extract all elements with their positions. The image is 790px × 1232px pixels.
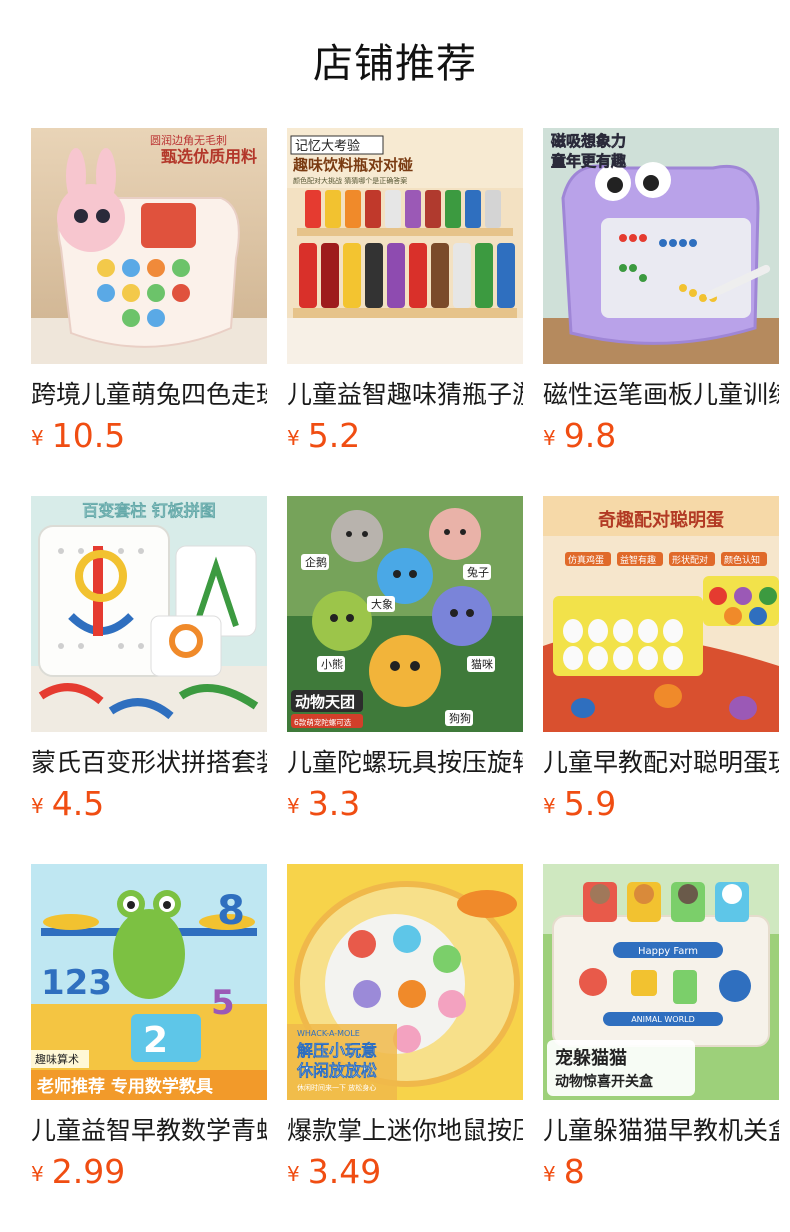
image-caption: 童年更有趣: [551, 152, 627, 170]
product-price: ¥10.5: [31, 416, 125, 456]
product-image-montessori-shapes[interactable]: 百变套柱 钉板拼图: [31, 496, 267, 732]
product-price: ¥5.2: [287, 416, 360, 456]
product-name[interactable]: 爆款掌上迷你地鼠按压: [287, 1114, 523, 1148]
product-price: ¥3.49: [287, 1152, 381, 1192]
product-name[interactable]: 磁性运笔画板儿童训练: [543, 378, 779, 412]
currency-symbol: ¥: [287, 426, 300, 450]
currency-symbol: ¥: [287, 1162, 300, 1186]
product-image-bunny-bead-toy[interactable]: 圆润边角无毛刺 甄选优质用料: [31, 128, 267, 364]
product-image-frog-balance[interactable]: 8 123 5 2 趣味算术 老师推荐 专用数学教具: [31, 864, 267, 1100]
image-caption: 颜色认知: [724, 554, 760, 566]
product-price: ¥5.9: [543, 784, 616, 824]
product-image-spinning-tops[interactable]: 企鹅 兔子 大象 小熊 猫咪 狗狗 动物天团 6款萌宠陀螺可选: [287, 496, 523, 732]
image-caption: 益智有趣: [620, 554, 656, 566]
price-value: 9.8: [563, 416, 617, 455]
product-image-matching-eggs[interactable]: 奇趣配对聪明蛋 仿真鸡蛋 益智有趣 形状配对 颜色认知: [543, 496, 779, 732]
image-caption: 狗狗: [449, 712, 471, 725]
image-caption: 动物惊喜开关盒: [555, 1073, 654, 1090]
currency-symbol: ¥: [31, 1162, 44, 1186]
currency-symbol: ¥: [31, 426, 44, 450]
image-caption: 仿真鸡蛋: [568, 554, 604, 566]
image-caption: 奇趣配对聪明蛋: [598, 509, 724, 531]
image-caption: 解压小玩意: [297, 1041, 377, 1060]
product-price: ¥9.8: [543, 416, 616, 456]
product-price: ¥4.5: [31, 784, 104, 824]
image-caption: 颜色配对大挑战 猜猜哪个是正确答案: [293, 176, 407, 185]
image-caption: 宠躲猫猫: [555, 1047, 627, 1069]
price-value: 5.9: [563, 784, 617, 823]
product-image-whack-a-mole[interactable]: WHACK-A-MOLE 解压小玩意 休闲放放松 休闲时间来一下 放松身心: [287, 864, 523, 1100]
image-caption: 趣味饮料瓶对对碰: [292, 156, 413, 174]
image-caption: 百变套柱 钉板拼图: [82, 501, 216, 520]
image-caption: 企鹅: [305, 555, 327, 569]
price-value: 4.5: [51, 784, 105, 823]
currency-symbol: ¥: [543, 794, 556, 818]
product-card[interactable]: Happy Farm ANIMAL WORLD 宠躲猫猫 动物惊喜开关盒 儿童躲…: [543, 864, 779, 1191]
product-name[interactable]: 儿童躲猫猫早教机关盒: [543, 1114, 779, 1148]
image-caption: 小熊: [321, 657, 343, 671]
price-value: 8: [563, 1152, 585, 1191]
price-value: 2.99: [51, 1152, 126, 1191]
svg-text:123: 123: [41, 963, 112, 1003]
product-name[interactable]: 跨境儿童萌兔四色走珠: [31, 378, 267, 412]
product-card[interactable]: 圆润边角无毛刺 甄选优质用料 跨境儿童萌兔四色走珠 ¥10.5: [31, 128, 267, 455]
image-caption: Happy Farm: [638, 946, 698, 957]
image-caption: 休闲时间来一下 放松身心: [297, 1083, 376, 1092]
product-price: ¥3.3: [287, 784, 360, 824]
product-card[interactable]: 奇趣配对聪明蛋 仿真鸡蛋 益智有趣 形状配对 颜色认知 儿童早教配对聪明蛋 ¥ …: [543, 496, 779, 823]
product-card[interactable]: 企鹅 兔子 大象 小熊 猫咪 狗狗 动物天团 6款萌宠陀螺可选 儿童陀螺玩具按压…: [287, 496, 523, 823]
product-card[interactable]: 百变套柱 钉板拼图 蒙氏百变形状拼搭套装 ¥4.5: [31, 496, 267, 823]
image-caption: 休闲放放松: [296, 1061, 377, 1080]
product-grid: 圆润边角无毛刺 甄选优质用料 跨境儿童萌兔四色走珠 ¥10.5 记忆大考验 趣味…: [31, 128, 779, 1191]
svg-text:5: 5: [211, 983, 235, 1023]
currency-symbol: ¥: [287, 794, 300, 818]
currency-symbol: ¥: [31, 794, 44, 818]
price-value: 10.5: [51, 416, 126, 455]
image-caption: 圆润边角无毛刺: [150, 133, 227, 147]
product-price: ¥2.99: [31, 1152, 125, 1192]
product-card[interactable]: WHACK-A-MOLE 解压小玩意 休闲放放松 休闲时间来一下 放松身心 爆款…: [287, 864, 523, 1191]
product-name[interactable]: 儿童益智趣味猜瓶子游戏: [287, 378, 523, 412]
price-value: 3.3: [307, 784, 361, 823]
image-caption: 6款萌宠陀螺可选: [294, 717, 352, 727]
currency-symbol: ¥: [543, 426, 556, 450]
page-title: 店铺推荐: [313, 41, 477, 87]
svg-text:2: 2: [143, 1020, 168, 1061]
image-caption: 磁吸想象力: [551, 132, 626, 150]
image-caption: 形状配对: [672, 554, 708, 566]
product-name[interactable]: 儿童陀螺玩具按压旋转: [287, 746, 523, 780]
product-name[interactable]: 儿童益智早教数学青蛙天平: [31, 1114, 267, 1148]
image-caption: 趣味算术: [35, 1052, 79, 1066]
image-caption: 大象: [371, 597, 393, 611]
price-value: 3.49: [307, 1152, 382, 1191]
svg-text:8: 8: [217, 888, 245, 934]
image-caption: WHACK-A-MOLE: [297, 1029, 360, 1038]
product-price: ¥8: [543, 1152, 585, 1192]
product-name[interactable]: 儿童早教配对聪明蛋玩具: [543, 746, 779, 780]
product-image-bottle-game[interactable]: 记忆大考验 趣味饮料瓶对对碰 颜色配对大挑战 猜猜哪个是正确答案: [287, 128, 523, 364]
product-image-magnetic-board[interactable]: 磁吸想象力 童年更有趣: [543, 128, 779, 364]
image-caption: 猫咪: [471, 658, 493, 671]
image-caption: ANIMAL WORLD: [631, 1015, 695, 1024]
product-name[interactable]: 蒙氏百变形状拼搭套装: [31, 746, 267, 780]
product-image-popup-animals[interactable]: Happy Farm ANIMAL WORLD 宠躲猫猫 动物惊喜开关盒: [543, 864, 779, 1100]
product-card[interactable]: 8 123 5 2 趣味算术 老师推荐 专用数学教具 儿童益智早教数学青蛙天平 …: [31, 864, 267, 1191]
currency-symbol: ¥: [543, 1162, 556, 1186]
image-caption: 兔子: [467, 565, 489, 579]
price-value: 5.2: [307, 416, 361, 455]
image-caption: 动物天团: [295, 693, 355, 711]
product-card[interactable]: 记忆大考验 趣味饮料瓶对对碰 颜色配对大挑战 猜猜哪个是正确答案 儿童益智趣味猜…: [287, 128, 523, 455]
image-caption: 记忆大考验: [295, 138, 360, 154]
image-caption: 老师推荐 专用数学教具: [36, 1076, 213, 1097]
image-caption: 甄选优质用料: [161, 147, 257, 166]
product-card[interactable]: 磁吸想象力 童年更有趣 磁性运笔画板儿童训练 ¥9.8: [543, 128, 779, 455]
